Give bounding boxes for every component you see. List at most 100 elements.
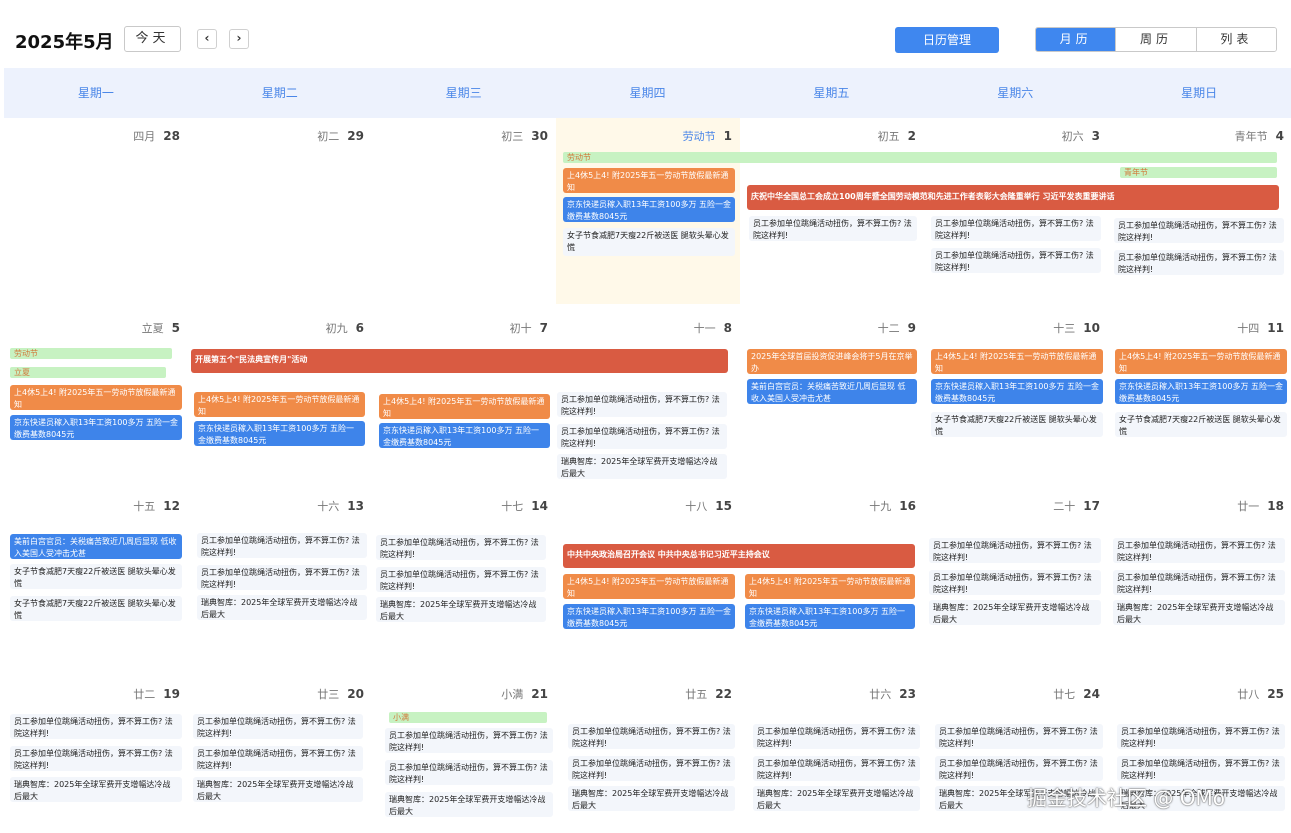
event-item[interactable]: 员工参加单位跳绳活动扭伤，算不算工伤? 法院这样判! [10, 714, 182, 739]
event-item[interactable]: 京东快递员稼入职13年工资100多万 五险一金缴费基数8045元 [745, 604, 915, 629]
holiday-bar[interactable]: 劳动节 [10, 348, 172, 359]
event-item[interactable]: 2025年全球首届投资促进峰会将于5月在京举办 [747, 349, 917, 374]
event-item[interactable]: 员工参加单位跳绳活动扭伤，算不算工伤? 法院这样判! [931, 216, 1101, 241]
lunar-date: 十二 [877, 322, 900, 335]
event-item[interactable]: 京东快递员稼入职13年工资100多万 五险一金缴费基数8045元 [563, 604, 735, 629]
event-item[interactable]: 员工参加单位跳绳活动扭伤，算不算工伤? 法院这样判! [557, 424, 727, 449]
event-item[interactable]: 上4休5上4! 附2025年五一劳动节放假最新通知 [563, 574, 735, 599]
day-number: 15 [715, 499, 732, 513]
event-item[interactable]: 上4休5上4! 附2025年五一劳动节放假最新通知 [1115, 349, 1287, 374]
lunar-date: 初五 [877, 130, 900, 143]
event-item[interactable]: 瑞典智库：2025年全球军费开支增幅达冷战后最大 [385, 792, 553, 817]
event-item[interactable]: 美前白宫官员：关税痛苦致近几周后显现 低收入美国人受冲击尤甚 [10, 534, 182, 559]
holiday-bar[interactable]: 青年节 [1120, 167, 1277, 178]
chevron-left-icon[interactable]: ‹ [197, 29, 217, 49]
event-item[interactable]: 女子节食减肥7天瘦22斤被送医 腿软头晕心发慌 [1115, 412, 1287, 437]
day-number: 30 [531, 129, 548, 143]
event-item[interactable]: 员工参加单位跳绳活动扭伤，算不算工伤? 法院这样判! [1113, 570, 1285, 595]
event-item[interactable]: 瑞典智库：2025年全球军费开支增幅达冷战后最大 [557, 454, 727, 479]
event-item[interactable]: 瑞典智库：2025年全球军费开支增幅达冷战后最大 [1113, 600, 1285, 625]
event-item[interactable]: 京东快递员稼入职13年工资100多万 五险一金缴费基数8045元 [931, 379, 1103, 404]
week-row: 十五 12 十六 13 十七 14 十八 15 十九 16 二十 17 廿一 18 中共中央政… [4, 488, 1291, 680]
view-list-button[interactable]: 列表 [1196, 28, 1276, 51]
event-item[interactable]: 员工参加单位跳绳活动扭伤，算不算工伤? 法院这样判! [197, 565, 367, 590]
event-item[interactable]: 员工参加单位跳绳活动扭伤，算不算工伤? 法院这样判! [376, 535, 546, 560]
chevron-right-icon[interactable]: › [229, 29, 249, 49]
event-item[interactable]: 员工参加单位跳绳活动扭伤，算不算工伤? 法院这样判! [753, 724, 920, 749]
day-number: 22 [715, 687, 732, 701]
lunar-date: 初二 [317, 130, 340, 143]
event-item[interactable]: 员工参加单位跳绳活动扭伤，算不算工伤? 法院这样判! [1113, 538, 1285, 563]
event-item[interactable]: 员工参加单位跳绳活动扭伤，算不算工伤? 法院这样判! [749, 216, 917, 241]
event-item[interactable]: 京东快递员稼入职13年工资100多万 五险一金缴费基数8045元 [379, 423, 550, 448]
lunar-date: 十三 [1053, 322, 1076, 335]
weekday-header: 星期一 星期二 星期三 星期四 星期五 星期六 星期日 [4, 68, 1291, 118]
event-item[interactable]: 员工参加单位跳绳活动扭伤，算不算工伤? 法院这样判! [753, 756, 920, 781]
event-item[interactable]: 员工参加单位跳绳活动扭伤，算不算工伤? 法院这样判! [1114, 250, 1284, 275]
event-item[interactable]: 员工参加单位跳绳活动扭伤，算不算工伤? 法院这样判! [935, 724, 1103, 749]
event-item[interactable]: 员工参加单位跳绳活动扭伤，算不算工伤? 法院这样判! [1114, 218, 1284, 243]
event-item[interactable]: 京东快递员稼入职13年工资100多万 五险一金缴费基数8045元 [563, 197, 735, 222]
event-item[interactable]: 员工参加单位跳绳活动扭伤，算不算工伤? 法院这样判! [1117, 756, 1285, 781]
day-number: 29 [347, 129, 364, 143]
event-item[interactable]: 员工参加单位跳绳活动扭伤，算不算工伤? 法院这样判! [1117, 724, 1285, 749]
day-cell[interactable]: 初二 29 [188, 118, 372, 304]
weekday-label: 星期四 [629, 86, 666, 100]
event-bar[interactable]: 庆祝中华全国总工会成立100周年暨全国劳动模范和先进工作者表彰大会隆重举行 习近… [747, 185, 1279, 210]
day-cell[interactable]: 青年节 4 [1108, 118, 1291, 304]
event-item[interactable]: 员工参加单位跳绳活动扭伤，算不算工伤? 法院这样判! [197, 533, 367, 558]
event-item[interactable]: 员工参加单位跳绳活动扭伤，算不算工伤? 法院这样判! [568, 724, 735, 749]
event-item[interactable]: 女子节食减肥7天瘦22斤被送医 腿软头晕心发慌 [931, 412, 1103, 437]
event-item[interactable]: 瑞典智库：2025年全球军费开支增幅达冷战后最大 [197, 595, 367, 620]
event-item[interactable]: 瑞典智库：2025年全球军费开支增幅达冷战后最大 [193, 777, 363, 802]
event-item[interactable]: 上4休5上4! 附2025年五一劳动节放假最新通知 [10, 385, 182, 410]
event-item[interactable]: 瑞典智库：2025年全球军费开支增幅达冷战后最大 [376, 597, 546, 622]
event-item[interactable]: 员工参加单位跳绳活动扭伤，算不算工伤? 法院这样判! [929, 570, 1101, 595]
event-item[interactable]: 上4休5上4! 附2025年五一劳动节放假最新通知 [563, 168, 735, 193]
holiday-bar[interactable]: 劳动节 [563, 152, 1277, 163]
event-item[interactable]: 女子节食减肥7天瘦22斤被送医 腿软头晕心发慌 [563, 228, 735, 256]
event-item[interactable]: 员工参加单位跳绳活动扭伤，算不算工伤? 法院这样判! [10, 746, 182, 771]
event-item[interactable]: 瑞典智库：2025年全球军费开支增幅达冷战后最大 [929, 600, 1101, 625]
event-bar[interactable]: 开展第五个"民法典宣传月"活动 [191, 349, 728, 373]
event-item[interactable]: 上4休5上4! 附2025年五一劳动节放假最新通知 [931, 349, 1103, 374]
event-item[interactable]: 员工参加单位跳绳活动扭伤，算不算工伤? 法院这样判! [193, 714, 363, 739]
event-item[interactable]: 员工参加单位跳绳活动扭伤，算不算工伤? 法院这样判! [385, 760, 553, 785]
event-item[interactable]: 上4休5上4! 附2025年五一劳动节放假最新通知 [194, 392, 365, 417]
day-cell[interactable]: 初三 30 [372, 118, 556, 304]
day-number: 14 [531, 499, 548, 513]
event-item[interactable]: 员工参加单位跳绳活动扭伤，算不算工伤? 法院这样判! [931, 248, 1101, 273]
view-week-button[interactable]: 周历 [1116, 28, 1197, 51]
event-item[interactable]: 员工参加单位跳绳活动扭伤，算不算工伤? 法院这样判! [385, 728, 553, 753]
event-item[interactable]: 员工参加单位跳绳活动扭伤，算不算工伤? 法院这样判! [193, 746, 363, 771]
event-item[interactable]: 瑞典智库：2025年全球军费开支增幅达冷战后最大 [10, 777, 182, 802]
event-bar[interactable]: 中共中央政治局召开会议 中共中央总书记习近平主持会议 [563, 544, 915, 568]
event-item[interactable]: 上4休5上4! 附2025年五一劳动节放假最新通知 [745, 574, 915, 599]
today-button[interactable]: 今天 [124, 26, 181, 52]
event-item[interactable]: 女子节食减肥7天瘦22斤被送医 腿软头晕心发慌 [10, 564, 182, 589]
event-item[interactable]: 京东快递员稼入职13年工资100多万 五险一金缴费基数8045元 [194, 421, 365, 446]
event-item[interactable]: 上4休5上4! 附2025年五一劳动节放假最新通知 [379, 394, 550, 419]
event-item[interactable]: 员工参加单位跳绳活动扭伤，算不算工伤? 法院这样判! [929, 538, 1101, 563]
day-cell[interactable]: 初六 3 [924, 118, 1108, 304]
event-item[interactable]: 员工参加单位跳绳活动扭伤，算不算工伤? 法院这样判! [376, 567, 546, 592]
event-item[interactable]: 员工参加单位跳绳活动扭伤，算不算工伤? 法院这样判! [557, 392, 727, 417]
holiday-bar[interactable]: 小满 [389, 712, 547, 723]
event-item[interactable]: 美前白宫官员：关税痛苦致近几周后显现 低收入美国人受冲击尤甚 [747, 379, 917, 404]
day-cell[interactable]: 初五 2 [740, 118, 924, 304]
day-cell[interactable]: 四月 28 [4, 118, 188, 304]
day-number: 6 [355, 321, 364, 335]
event-item[interactable]: 京东快递员稼入职13年工资100多万 五险一金缴费基数8045元 [1115, 379, 1287, 404]
event-item[interactable]: 员工参加单位跳绳活动扭伤，算不算工伤? 法院这样判! [568, 756, 735, 781]
event-item[interactable]: 京东快递员稼入职13年工资100多万 五险一金缴费基数8045元 [10, 415, 182, 440]
lunar-date: 廿七 [1053, 688, 1076, 701]
holiday-bar[interactable]: 立夏 [10, 367, 166, 378]
lunar-date: 初三 [501, 130, 524, 143]
weekday-label: 星期三 [445, 86, 482, 100]
event-item[interactable]: 瑞典智库：2025年全球军费开支增幅达冷战后最大 [753, 786, 920, 811]
view-month-button[interactable]: 月历 [1036, 28, 1117, 51]
event-item[interactable]: 女子节食减肥7天瘦22斤被送医 腿软头晕心发慌 [10, 596, 182, 621]
calendar-manage-button[interactable]: 日历管理 [895, 27, 999, 53]
event-item[interactable]: 员工参加单位跳绳活动扭伤，算不算工伤? 法院这样判! [935, 756, 1103, 781]
event-item[interactable]: 瑞典智库：2025年全球军费开支增幅达冷战后最大 [568, 786, 735, 811]
